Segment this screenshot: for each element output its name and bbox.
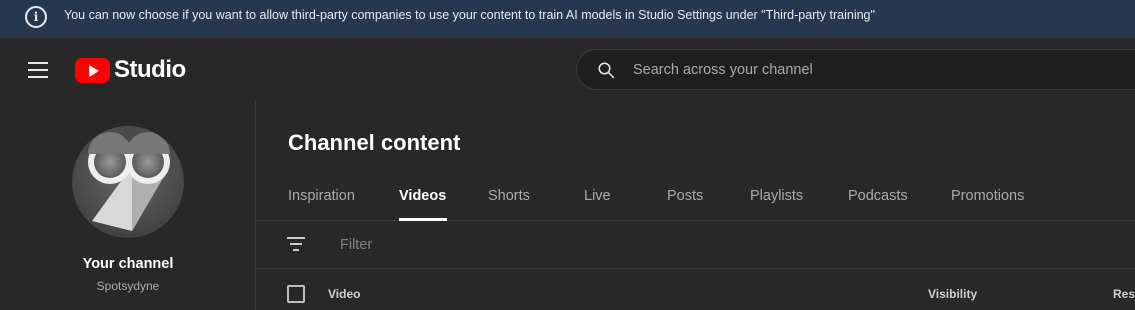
search-icon[interactable]	[597, 61, 615, 79]
sidebar: Your channel Spotsydyne	[0, 101, 256, 310]
search-bar[interactable]	[576, 49, 1135, 90]
studio-logo[interactable]: Studio	[75, 56, 186, 84]
tab-videos[interactable]: Videos	[399, 188, 446, 204]
tab-podcasts[interactable]: Podcasts	[848, 188, 908, 204]
banner-text: You can now choose if you want to allow …	[64, 8, 875, 22]
content-tabs: Inspiration Videos Shorts Live Posts Pla…	[256, 176, 1135, 221]
top-header: Studio	[0, 38, 1135, 101]
channel-label[interactable]: Your channel	[0, 256, 256, 272]
channel-handle: Spotsydyne	[96, 279, 160, 293]
announcement-banner: i You can now choose if you want to allo…	[0, 0, 1135, 38]
tab-live[interactable]: Live	[584, 188, 611, 204]
logo-text: Studio	[114, 56, 186, 83]
filter-input[interactable]	[340, 235, 740, 255]
column-restrictions[interactable]: Rest	[1113, 287, 1135, 301]
menu-icon[interactable]	[28, 62, 48, 78]
search-input[interactable]	[633, 60, 1113, 80]
tab-shorts[interactable]: Shorts	[488, 188, 530, 204]
main-content: Channel content Inspiration Videos Short…	[256, 101, 1135, 310]
table-header: Video Visibility Rest	[256, 269, 1135, 310]
select-all-checkbox[interactable]	[287, 285, 305, 303]
tab-inspiration[interactable]: Inspiration	[288, 188, 355, 204]
tab-promotions[interactable]: Promotions	[951, 188, 1024, 204]
youtube-play-icon	[75, 57, 110, 83]
column-video[interactable]: Video	[328, 287, 360, 301]
filter-icon[interactable]	[287, 237, 305, 251]
page-title: Channel content	[288, 130, 461, 155]
channel-avatar-image	[72, 126, 184, 238]
tab-playlists[interactable]: Playlists	[750, 188, 803, 204]
filter-row	[256, 221, 1135, 269]
tab-posts[interactable]: Posts	[667, 188, 703, 204]
info-icon: i	[25, 6, 47, 28]
channel-avatar[interactable]	[72, 126, 184, 238]
column-visibility[interactable]: Visibility	[928, 287, 977, 301]
